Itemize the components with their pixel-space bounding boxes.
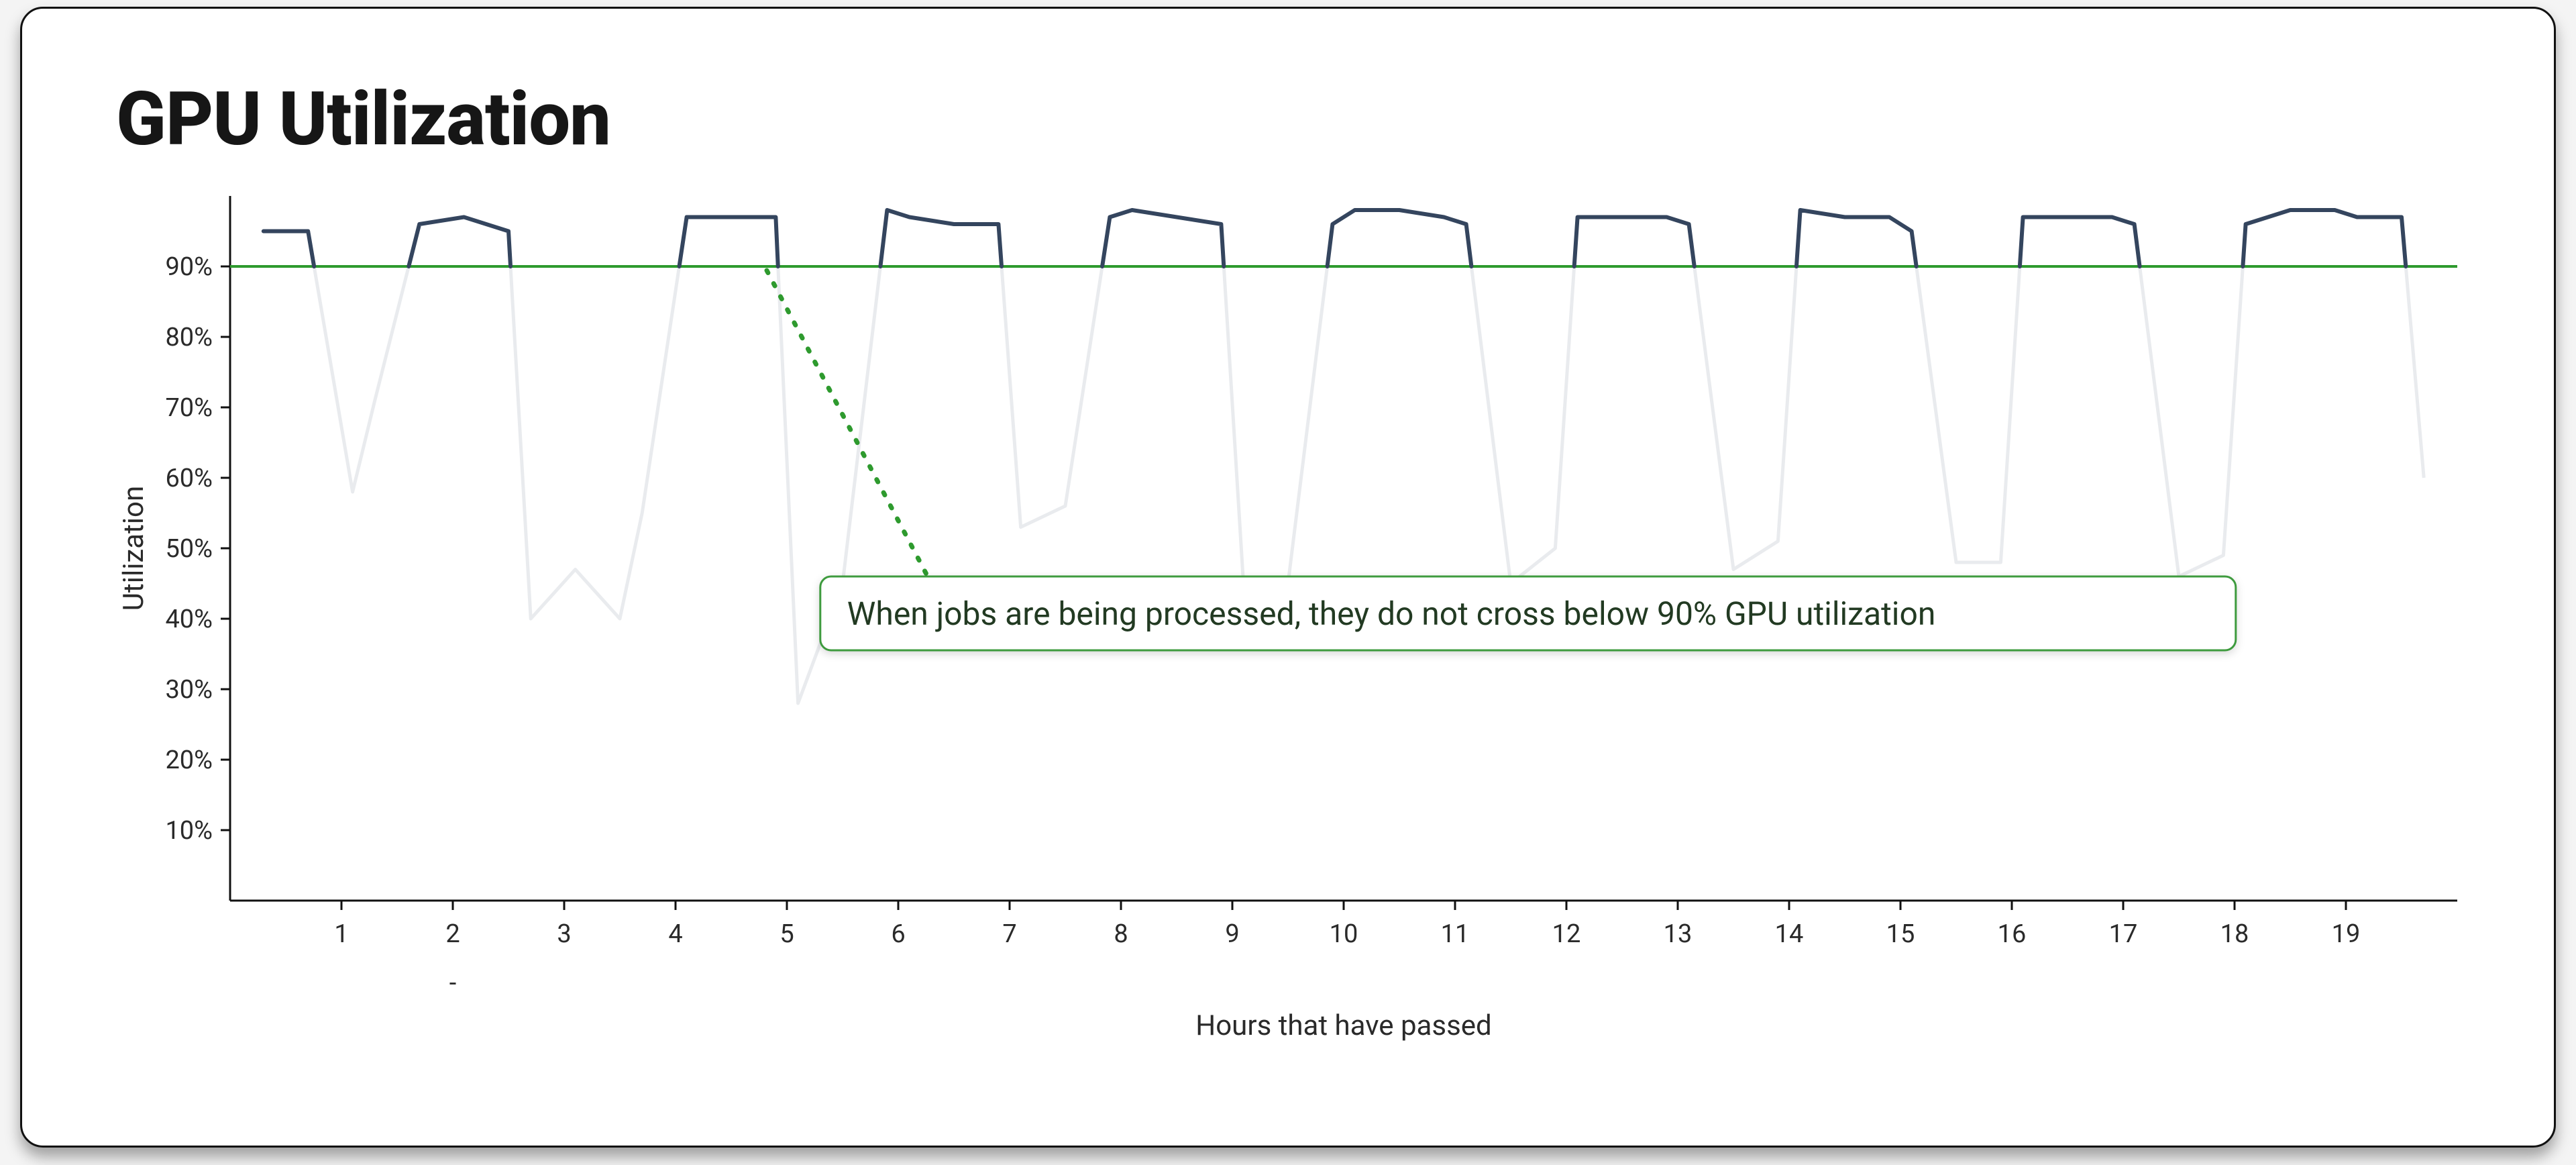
x-axis-label: Hours that have passed (1195, 1009, 1491, 1042)
y-tick-label: 50% (165, 534, 213, 564)
x-tick-label: 17 (2109, 919, 2138, 949)
gpu-utilization-chart: 10%20%30%40%50%60%70%80%90%1234567891011… (116, 176, 2477, 1075)
x-tick-label: 9 (1225, 919, 1239, 949)
chart-area: 10%20%30%40%50%60%70%80%90%1234567891011… (116, 176, 2480, 1075)
x-tick-label: 19 (2332, 919, 2361, 949)
extra-tick: - (449, 968, 457, 998)
chart-card: GPU Utilization 10% 20% 30% 40% 50% 60% 70% 80%… (20, 7, 2556, 1148)
x-tick-label: 1 (334, 919, 348, 949)
x-tick-label: 3 (557, 919, 571, 949)
y-tick-label: 30% (165, 675, 213, 705)
annotation-text: When jobs are being processed, they do n… (847, 595, 1936, 633)
y-tick-label: 90% (165, 252, 213, 282)
x-tick-label: 2 (445, 919, 460, 949)
y-tick-label: 60% (165, 464, 213, 493)
x-tick-label: 16 (1998, 919, 2027, 949)
y-tick-label: 40% (165, 605, 213, 634)
x-tick-label: 15 (1886, 919, 1915, 949)
y-tick-label: 20% (165, 746, 213, 775)
x-tick-label: 13 (1664, 919, 1693, 949)
y-tick-label: 80% (165, 323, 213, 352)
chart-title: GPU Utilization (116, 76, 2480, 162)
y-tick-label: 70% (165, 393, 213, 423)
x-tick-label: 18 (2220, 919, 2249, 949)
y-tick-label: 10% (165, 816, 213, 846)
x-tick-label: 8 (1114, 919, 1128, 949)
x-tick-label: 5 (780, 919, 794, 949)
x-tick-label: 6 (891, 919, 905, 949)
series-line-above-threshold (264, 210, 2406, 266)
x-tick-label: 12 (1552, 919, 1581, 949)
x-tick-label: 4 (668, 919, 682, 949)
x-tick-label: 14 (1775, 919, 1804, 949)
x-tick-label: 7 (1002, 919, 1016, 949)
x-tick-label: 11 (1441, 919, 1470, 949)
x-tick-label: 10 (1330, 919, 1358, 949)
y-axis-label: Utilization (117, 486, 150, 611)
